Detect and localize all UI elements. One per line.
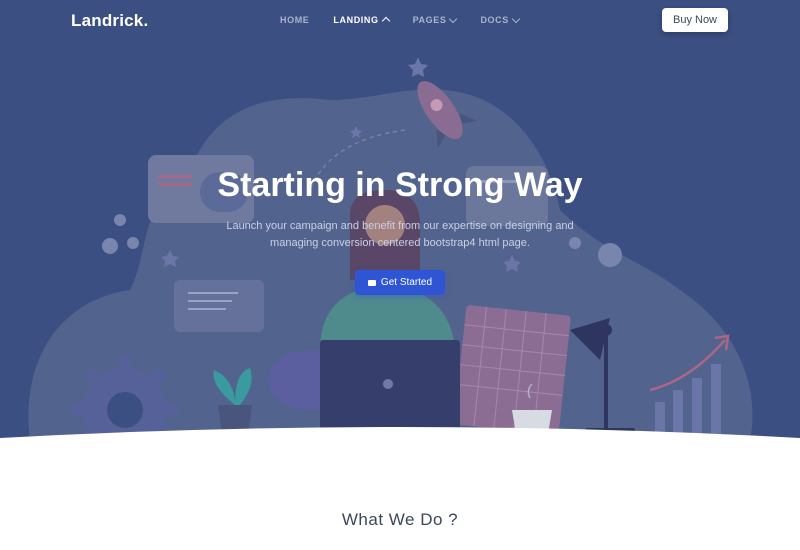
nav-menu: HOME LANDING PAGES DOCS — [280, 14, 543, 26]
nav-item-label: HOME — [280, 15, 310, 25]
nav-item-docs[interactable]: DOCS — [480, 14, 521, 25]
logo[interactable]: Landrick. — [71, 11, 148, 31]
hero-section: Landrick. HOME LANDING PAGES DOCS Buy No… — [0, 0, 800, 450]
hero-subtitle: Launch your campaign and benefit from ou… — [226, 220, 574, 249]
get-started-button[interactable]: Get Started — [355, 270, 445, 295]
hero-bottom-curve — [0, 427, 800, 450]
envelope-icon — [367, 279, 376, 286]
chevron-down-icon — [449, 14, 458, 23]
chevron-down-icon — [511, 14, 521, 23]
nav-item-label: DOCS — [480, 15, 509, 25]
get-started-label: Get Started — [380, 277, 433, 288]
top-navbar: Landrick. HOME LANDING PAGES DOCS Buy No… — [0, 0, 800, 42]
nav-item-home[interactable]: HOME — [280, 15, 309, 25]
nav-item-label: PAGES — [412, 15, 447, 25]
chat-bubble-shape — [174, 280, 264, 332]
nav-item-pages[interactable]: PAGES — [412, 14, 458, 25]
hero-title: Starting in Strong Way — [217, 166, 583, 204]
nav-item-landing[interactable]: LANDING — [333, 15, 390, 26]
section-title: What We Do ? — [341, 510, 459, 529]
buy-now-button[interactable]: Buy Now — [662, 8, 728, 32]
nav-item-label: LANDING — [333, 15, 379, 25]
star-icon — [408, 57, 428, 77]
chevron-up-icon — [381, 16, 390, 26]
